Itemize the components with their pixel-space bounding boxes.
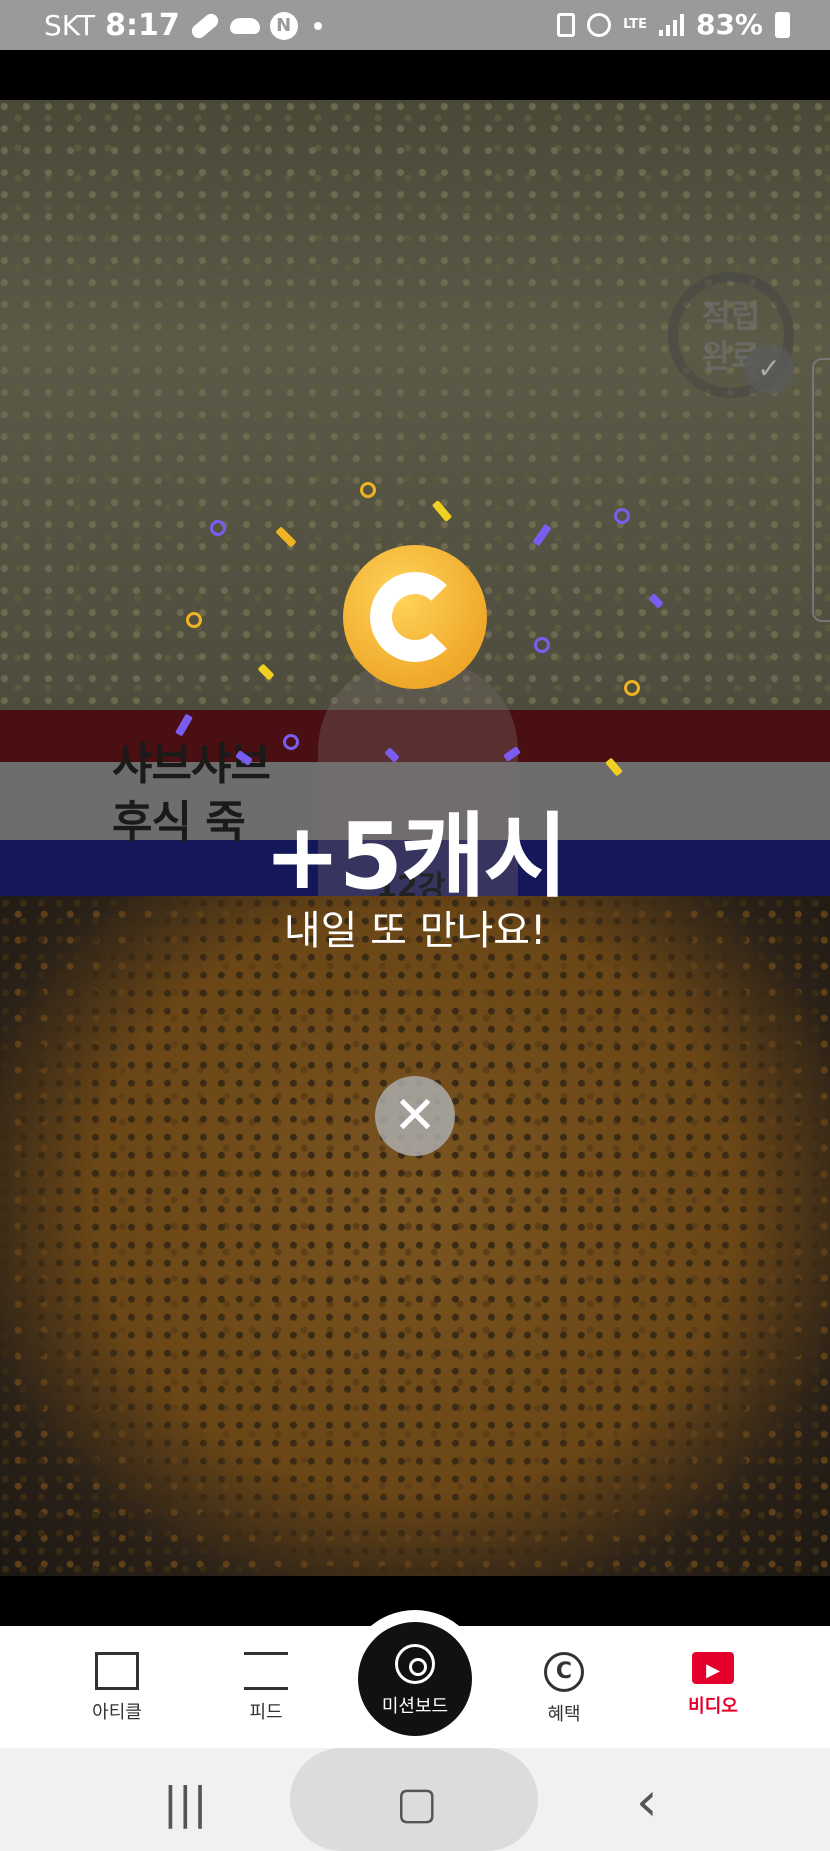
dot-icon — [313, 21, 322, 30]
status-bar: SKT 8:17 N LTE 83% — [0, 0, 830, 50]
lte-icon: LTE — [623, 16, 647, 32]
feed-icon — [244, 1652, 288, 1690]
nav-item-article[interactable]: 아티클 — [57, 1652, 177, 1724]
confetti-ring — [283, 734, 299, 750]
confetti-ring — [210, 520, 226, 536]
stamp-line1: 적립 — [701, 297, 761, 335]
reward-message: 내일 또 만나요! — [283, 908, 547, 954]
confetti-ring — [186, 612, 202, 628]
close-icon: ✕ — [393, 1086, 437, 1146]
system-nav-bar: ||| ▢ ‹ — [0, 1748, 830, 1851]
battery-percent: 83% — [695, 8, 763, 41]
naver-n-icon: N — [269, 11, 298, 40]
nav-item-feed[interactable]: 피드 — [206, 1652, 326, 1724]
card-icon — [557, 12, 576, 37]
cloud-icon — [229, 17, 260, 34]
nav-label: 비디오 — [688, 1696, 738, 1717]
nav-label: 피드 — [249, 1702, 283, 1723]
back-icon[interactable]: ‹ — [636, 1770, 658, 1833]
video-play-icon: ▶ — [692, 1652, 734, 1684]
side-panel-handle[interactable] — [812, 358, 830, 622]
nav-label: 아티클 — [92, 1702, 142, 1723]
cash-coin-icon — [343, 545, 487, 689]
nav-label: 미션보드 — [381, 1696, 449, 1717]
confetti-ring — [360, 482, 376, 498]
recents-icon[interactable]: ||| — [163, 1778, 207, 1829]
nav-item-missionboard[interactable]: 미션보드 — [358, 1622, 472, 1736]
home-icon[interactable]: ▢ — [396, 1778, 438, 1829]
video-frame-bottom — [0, 896, 830, 1576]
signal-icon — [658, 13, 684, 36]
close-button[interactable]: ✕ — [375, 1076, 455, 1156]
battery-icon — [775, 11, 790, 38]
article-icon — [95, 1652, 139, 1690]
confetti-ring — [534, 637, 550, 653]
pill-icon — [188, 10, 221, 41]
status-bar-right: LTE 83% — [557, 8, 790, 41]
confetti-ring — [624, 680, 640, 696]
check-icon: ✓ — [744, 344, 794, 394]
confetti-ring — [614, 508, 630, 524]
status-bar-left: SKT 8:17 N — [44, 8, 322, 43]
reward-amount: +5캐시 — [263, 803, 568, 910]
carrier-label: SKT — [44, 9, 96, 42]
target-icon — [395, 1644, 435, 1684]
nav-item-benefit[interactable]: C 혜택 — [504, 1652, 624, 1726]
benefit-coin-icon: C — [544, 1652, 584, 1692]
nav-item-video[interactable]: ▶ 비디오 — [653, 1652, 773, 1718]
alarm-icon — [587, 12, 612, 37]
clock: 8:17 — [105, 8, 180, 43]
nav-label: 혜택 — [547, 1704, 581, 1725]
